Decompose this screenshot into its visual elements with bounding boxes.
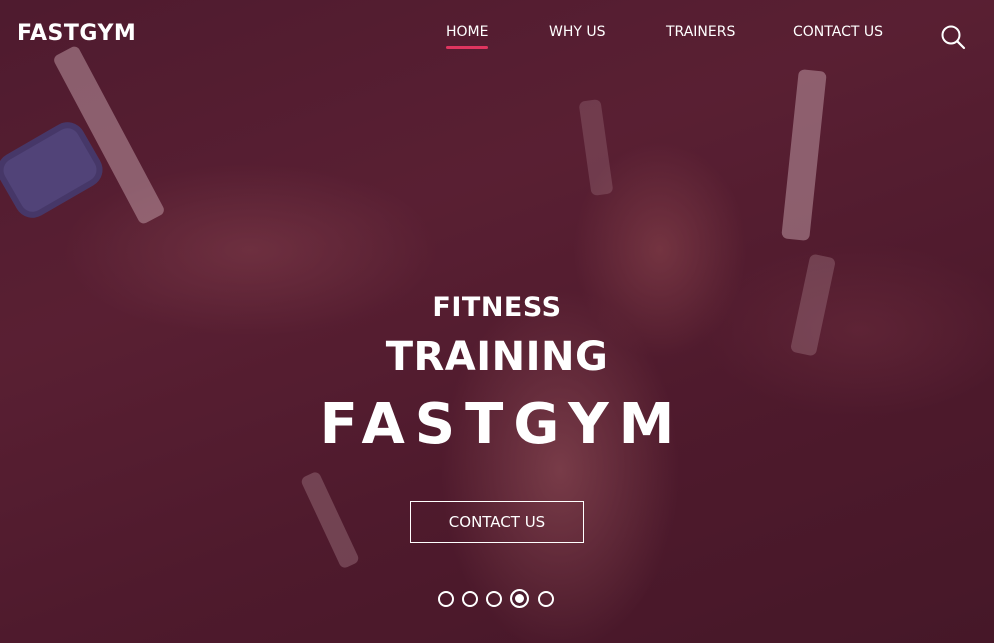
slider-dot-4-active[interactable] bbox=[510, 589, 529, 608]
nav-item-trainers[interactable]: TRAINERS bbox=[666, 24, 735, 40]
hero-title-fitness: FITNESS bbox=[432, 292, 562, 323]
contact-us-button[interactable]: CONTACT US bbox=[410, 501, 584, 543]
slider-dot-3[interactable] bbox=[486, 591, 502, 607]
hero-title-training: TRAINING bbox=[385, 334, 609, 380]
main-nav: HOME WHY US TRAINERS CONTACT US bbox=[0, 24, 994, 54]
nav-item-why-us[interactable]: WHY US bbox=[549, 24, 606, 40]
hero-section: FASTGYM HOME WHY US TRAINERS CONTACT US … bbox=[0, 0, 994, 643]
slider-dot-5[interactable] bbox=[538, 591, 554, 607]
search-icon[interactable] bbox=[940, 24, 966, 50]
slider-dot-2[interactable] bbox=[462, 591, 478, 607]
nav-item-home[interactable]: HOME bbox=[446, 24, 489, 49]
slider-dot-1[interactable] bbox=[438, 591, 454, 607]
hero-title-brand: FASTGYM bbox=[319, 392, 685, 457]
slider-dots bbox=[0, 589, 994, 610]
nav-item-contact-us[interactable]: CONTACT US bbox=[793, 24, 883, 40]
